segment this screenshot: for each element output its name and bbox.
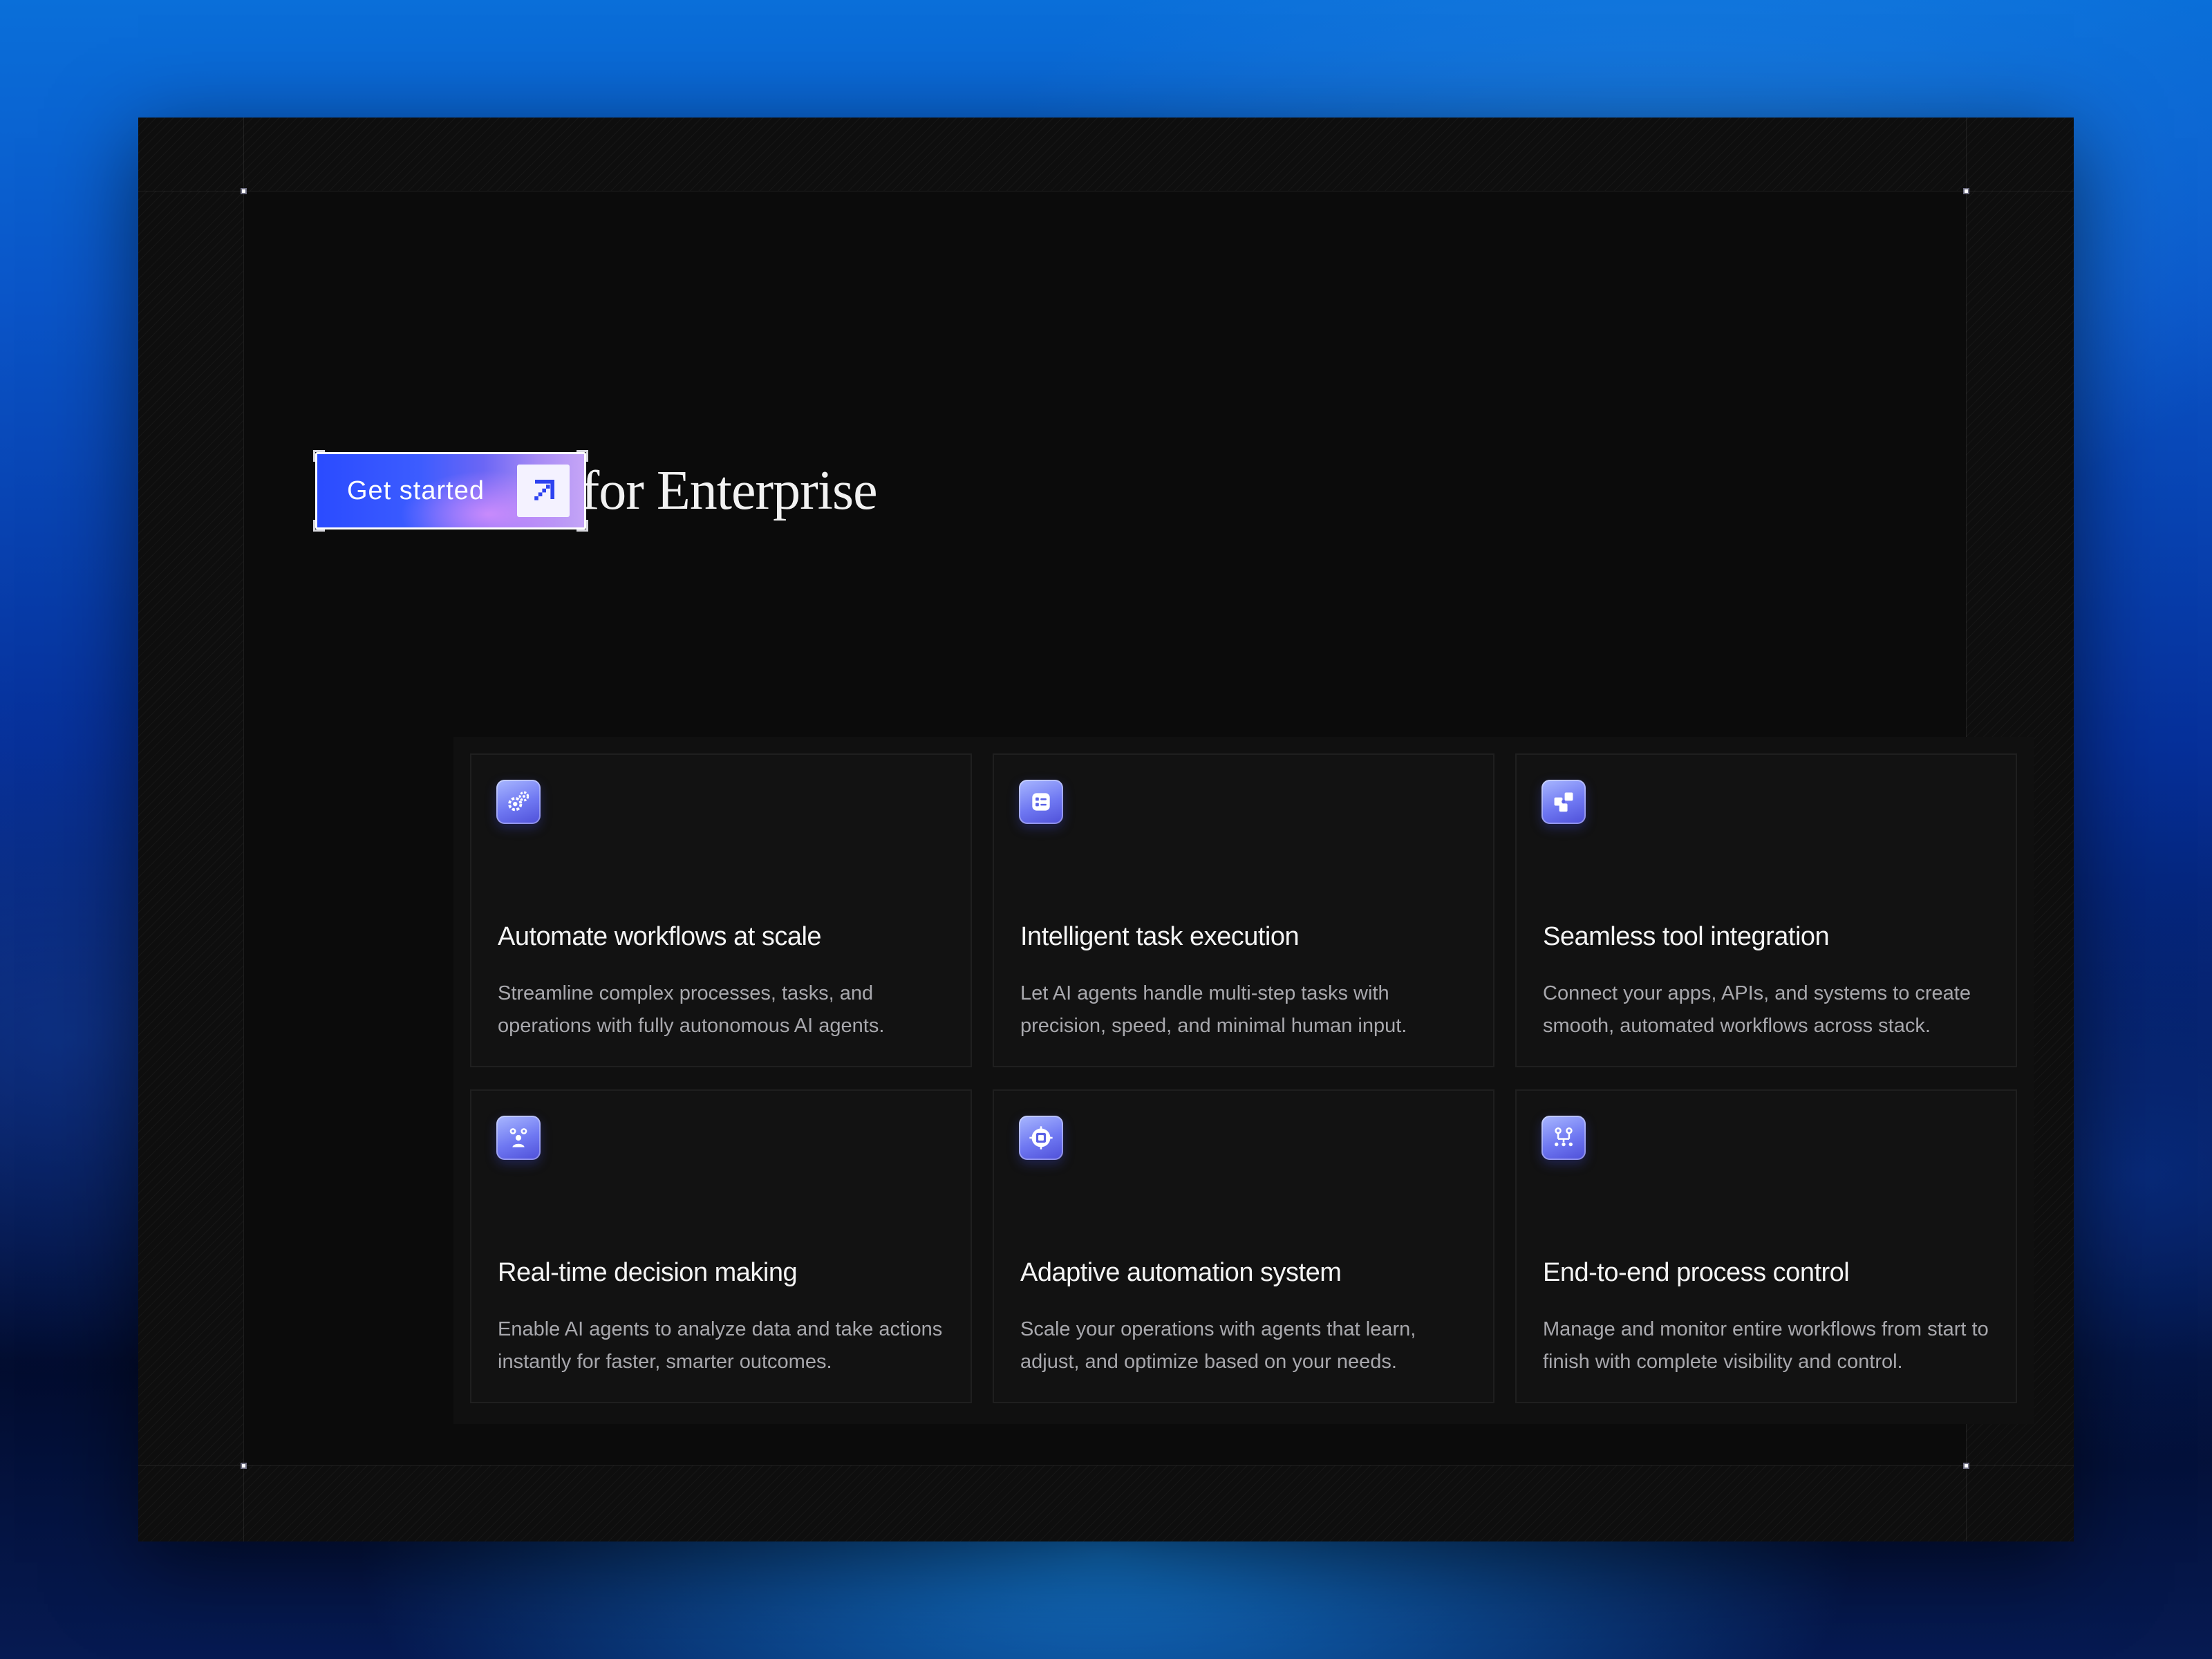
gears-icon — [496, 780, 541, 824]
chip-icon — [1019, 1116, 1063, 1160]
feature-title: End-to-end process control — [1543, 1258, 1850, 1287]
feature-card-tool-integration: Seamless tool integration Connect your a… — [1515, 753, 2017, 1067]
features-grid: Automate workflows at scale Streamline c… — [453, 737, 2034, 1424]
arrow-up-right-icon — [517, 465, 570, 517]
feature-title: Seamless tool integration — [1543, 922, 1830, 951]
feature-description: Streamline complex processes, tasks, and… — [498, 982, 885, 1037]
feature-card-intelligent-task: Intelligent task execution Let AI agents… — [993, 753, 1494, 1067]
hatched-border-left — [138, 191, 243, 1465]
guide-line-bottom — [138, 1465, 2074, 1466]
feature-title: Automate workflows at scale — [498, 922, 822, 951]
puzzle-integration-icon — [1541, 780, 1586, 824]
feature-card-adaptive-automation: Adaptive automation system Scale your op… — [993, 1089, 1494, 1403]
cta-container: Get started — [313, 450, 588, 532]
person-decision-icon — [496, 1116, 541, 1160]
feature-description: Manage and monitor entire workflows from… — [1543, 1318, 1989, 1373]
get-started-button[interactable]: Get started — [315, 452, 586, 529]
feature-description: Let AI agents handle multi-step tasks wi… — [1020, 982, 1407, 1037]
feature-card-automate-workflows: Automate workflows at scale Streamline c… — [470, 753, 972, 1067]
feature-title: Real-time decision making — [498, 1258, 798, 1287]
feature-card-process-control: End-to-end process control Manage and mo… — [1515, 1089, 2017, 1403]
corner-handle-bottom-right — [1963, 1463, 1969, 1469]
feature-title: Adaptive automation system — [1020, 1258, 1342, 1287]
guide-line-left — [243, 118, 244, 1541]
corner-handle-bottom-left — [241, 1463, 247, 1469]
hatched-border-bottom — [138, 1465, 2074, 1541]
task-list-icon — [1019, 780, 1063, 824]
corner-handle-top-right — [1963, 188, 1969, 194]
feature-description: Connect your apps, APIs, and systems to … — [1543, 982, 1971, 1037]
page-frame: AI Agents for Enterprise Get started Aut… — [138, 118, 2074, 1541]
feature-card-decision-making: Real-time decision making Enable AI agen… — [470, 1089, 972, 1403]
process-flow-icon — [1541, 1116, 1586, 1160]
feature-description: Scale your operations with agents that l… — [1020, 1318, 1416, 1373]
hatched-border-top — [138, 118, 2074, 191]
corner-handle-top-left — [241, 188, 247, 194]
feature-title: Intelligent task execution — [1020, 922, 1300, 951]
feature-description: Enable AI agents to analyze data and tak… — [498, 1318, 943, 1373]
get-started-label: Get started — [347, 476, 485, 505]
